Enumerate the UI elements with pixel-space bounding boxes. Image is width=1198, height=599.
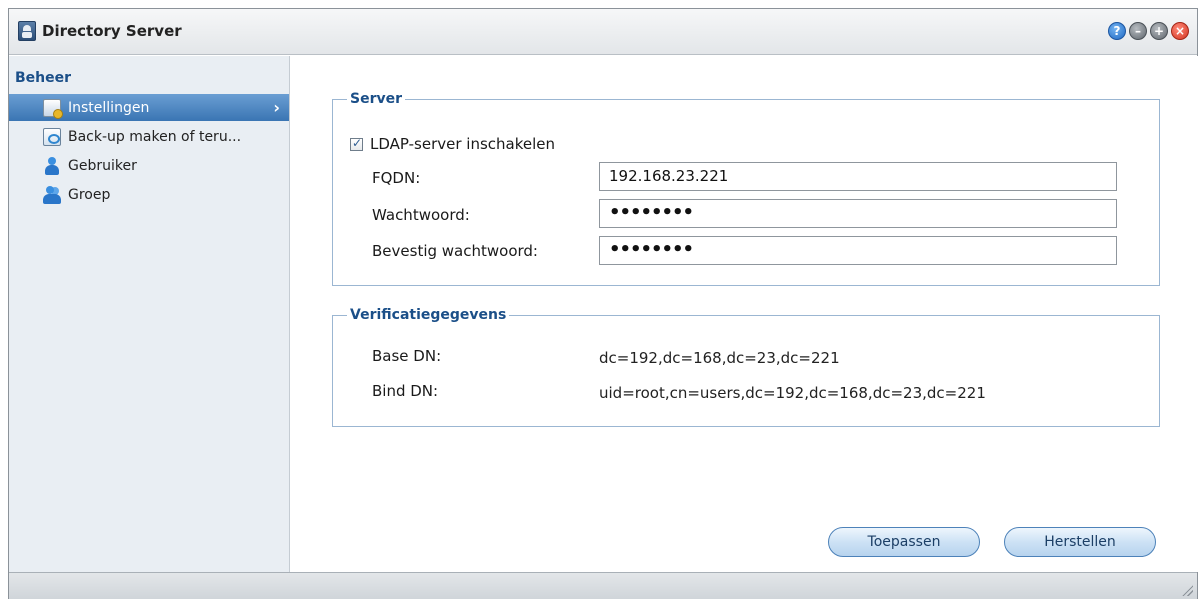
sidebar-item-label: Instellingen — [68, 99, 150, 116]
sidebar-item-instellingen[interactable]: Instellingen › — [9, 94, 289, 121]
verification-fieldset: Verificatiegegevens — [332, 307, 1160, 427]
server-legend: Server — [350, 91, 403, 107]
user-icon — [43, 157, 61, 175]
confirm-password-input[interactable]: •••••••• — [599, 236, 1117, 265]
bind-dn-label: Bind DN: — [372, 382, 439, 400]
window-controls: ? – + × — [1108, 22, 1189, 40]
confirm-password-label: Bevestig wachtwoord: — [372, 242, 538, 260]
sidebar-item-backup[interactable]: Back-up maken of teru... — [9, 123, 289, 150]
fqdn-input[interactable]: 192.168.23.221 — [599, 162, 1117, 191]
password-input[interactable]: •••••••• — [599, 199, 1117, 228]
ldap-enable-checkbox[interactable] — [350, 136, 363, 151]
window-title: Directory Server — [42, 22, 182, 40]
fqdn-label: FQDN: — [372, 169, 421, 187]
directory-server-window: Directory Server ? – + × Beheer Instelli… — [8, 8, 1198, 599]
base-dn-label: Base DN: — [372, 347, 442, 365]
password-label: Wachtwoord: — [372, 206, 470, 224]
settings-icon — [43, 99, 63, 119]
close-icon[interactable]: × — [1171, 22, 1189, 40]
sidebar: Beheer Instellingen › Back-up maken of t… — [9, 56, 290, 572]
main-panel: Server LDAP-server inschakelen FQDN: 192… — [290, 56, 1198, 572]
bind-dn-value: uid=root,cn=users,dc=192,dc=168,dc=23,dc… — [599, 384, 986, 402]
group-icon — [43, 186, 61, 204]
sidebar-item-gebruiker[interactable]: Gebruiker — [9, 152, 289, 179]
sidebar-item-label: Gebruiker — [68, 157, 137, 174]
backup-icon — [43, 128, 61, 146]
ldap-enable-label[interactable]: LDAP-server inschakelen — [370, 135, 555, 153]
verification-legend: Verificatiegegevens — [350, 307, 507, 323]
sidebar-item-label: Back-up maken of teru... — [68, 128, 242, 145]
chevron-right-icon: › — [273, 98, 280, 117]
help-icon[interactable]: ? — [1108, 22, 1126, 40]
resize-grip-icon[interactable] — [1181, 584, 1193, 596]
sidebar-item-groep[interactable]: Groep — [9, 181, 289, 208]
status-bar — [9, 572, 1197, 599]
sidebar-section-title: Beheer — [15, 70, 72, 86]
reset-button[interactable]: Herstellen — [1004, 527, 1156, 557]
directory-server-app-icon — [18, 21, 36, 41]
sidebar-item-label: Groep — [68, 186, 111, 203]
apply-button[interactable]: Toepassen — [828, 527, 980, 557]
minimize-icon[interactable]: – — [1129, 22, 1147, 40]
maximize-icon[interactable]: + — [1150, 22, 1168, 40]
title-bar[interactable]: Directory Server ? – + × — [9, 9, 1197, 55]
base-dn-value: dc=192,dc=168,dc=23,dc=221 — [599, 349, 840, 367]
